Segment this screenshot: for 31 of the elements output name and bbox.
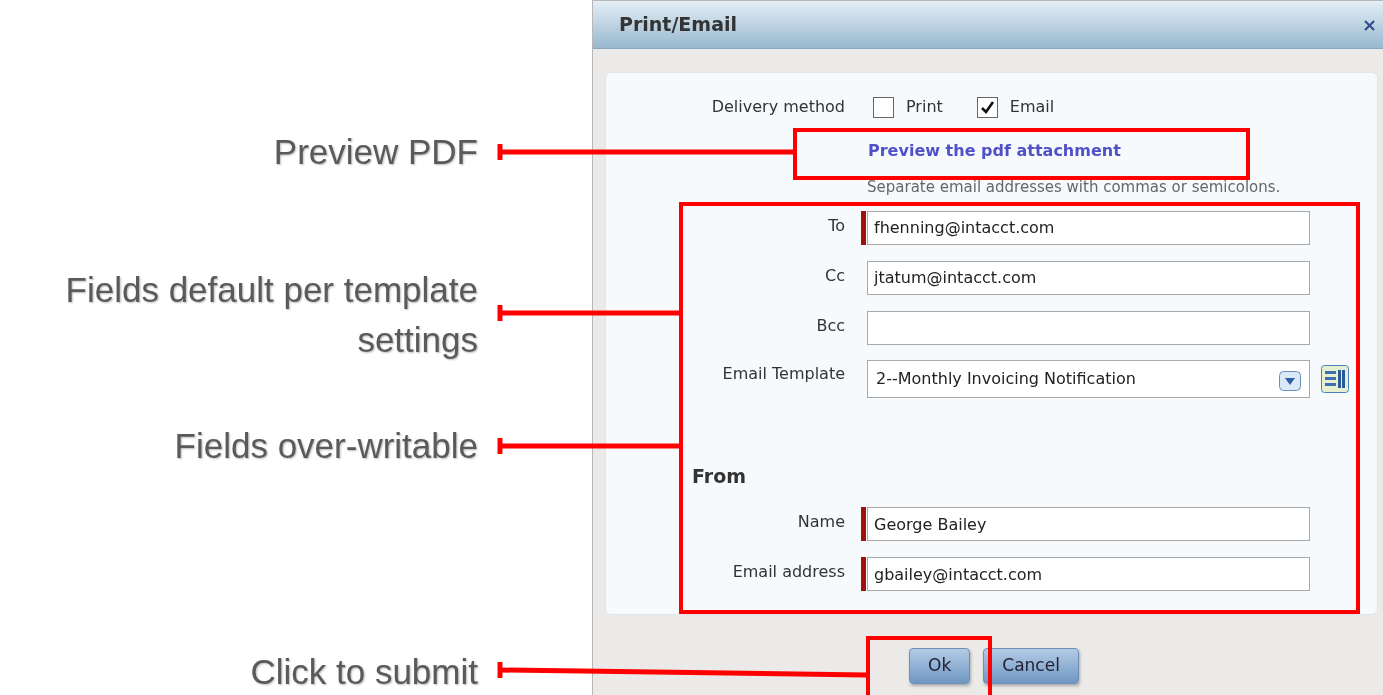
dialog-title: Print/Email — [619, 12, 737, 38]
ok-button[interactable]: Ok — [909, 648, 971, 684]
field-label: Name — [796, 511, 845, 533]
checkbox[interactable] — [976, 96, 998, 118]
field-label: Delivery method — [710, 96, 845, 118]
field-label: Email Template — [721, 362, 845, 385]
field-label: Cc — [824, 264, 845, 287]
section-heading: From — [691, 463, 747, 489]
field-label: Bcc — [815, 314, 845, 337]
cancel-button[interactable]: Cancel — [983, 648, 1079, 684]
field-label: To — [827, 214, 845, 237]
preview-link[interactable]: Preview the pdf attachment — [868, 139, 1121, 163]
text-field[interactable]: fhenning@intacct.com — [867, 210, 1310, 245]
option-label: Email — [1009, 96, 1055, 118]
text-field[interactable]: jtatum@intacct.com — [867, 260, 1310, 295]
annotation-text: Fields default per template settings — [64, 269, 478, 361]
field-label: Email address — [731, 561, 845, 583]
hint-text: Separate email addresses with commas or semicolons. — [867, 177, 1281, 198]
list-icon[interactable] — [1321, 364, 1349, 393]
annotation-text: Click to submit — [250, 651, 478, 693]
annotation-text: Preview PDF — [273, 131, 478, 173]
text-field[interactable]: gbailey@intacct.com — [867, 557, 1310, 591]
checkbox[interactable] — [873, 96, 894, 118]
text-field[interactable]: George Bailey — [867, 507, 1310, 541]
select-value: 2--Monthly Invoicing Notification — [876, 367, 1136, 390]
text-field[interactable] — [867, 310, 1310, 345]
option-label: Print — [906, 96, 943, 118]
template-select[interactable]: 2--Monthly Invoicing Notification — [867, 359, 1310, 398]
annotation-text: Fields over-writable — [174, 425, 478, 467]
dropdown-icon[interactable] — [1279, 368, 1301, 389]
close-button[interactable]: × — [1359, 15, 1379, 34]
